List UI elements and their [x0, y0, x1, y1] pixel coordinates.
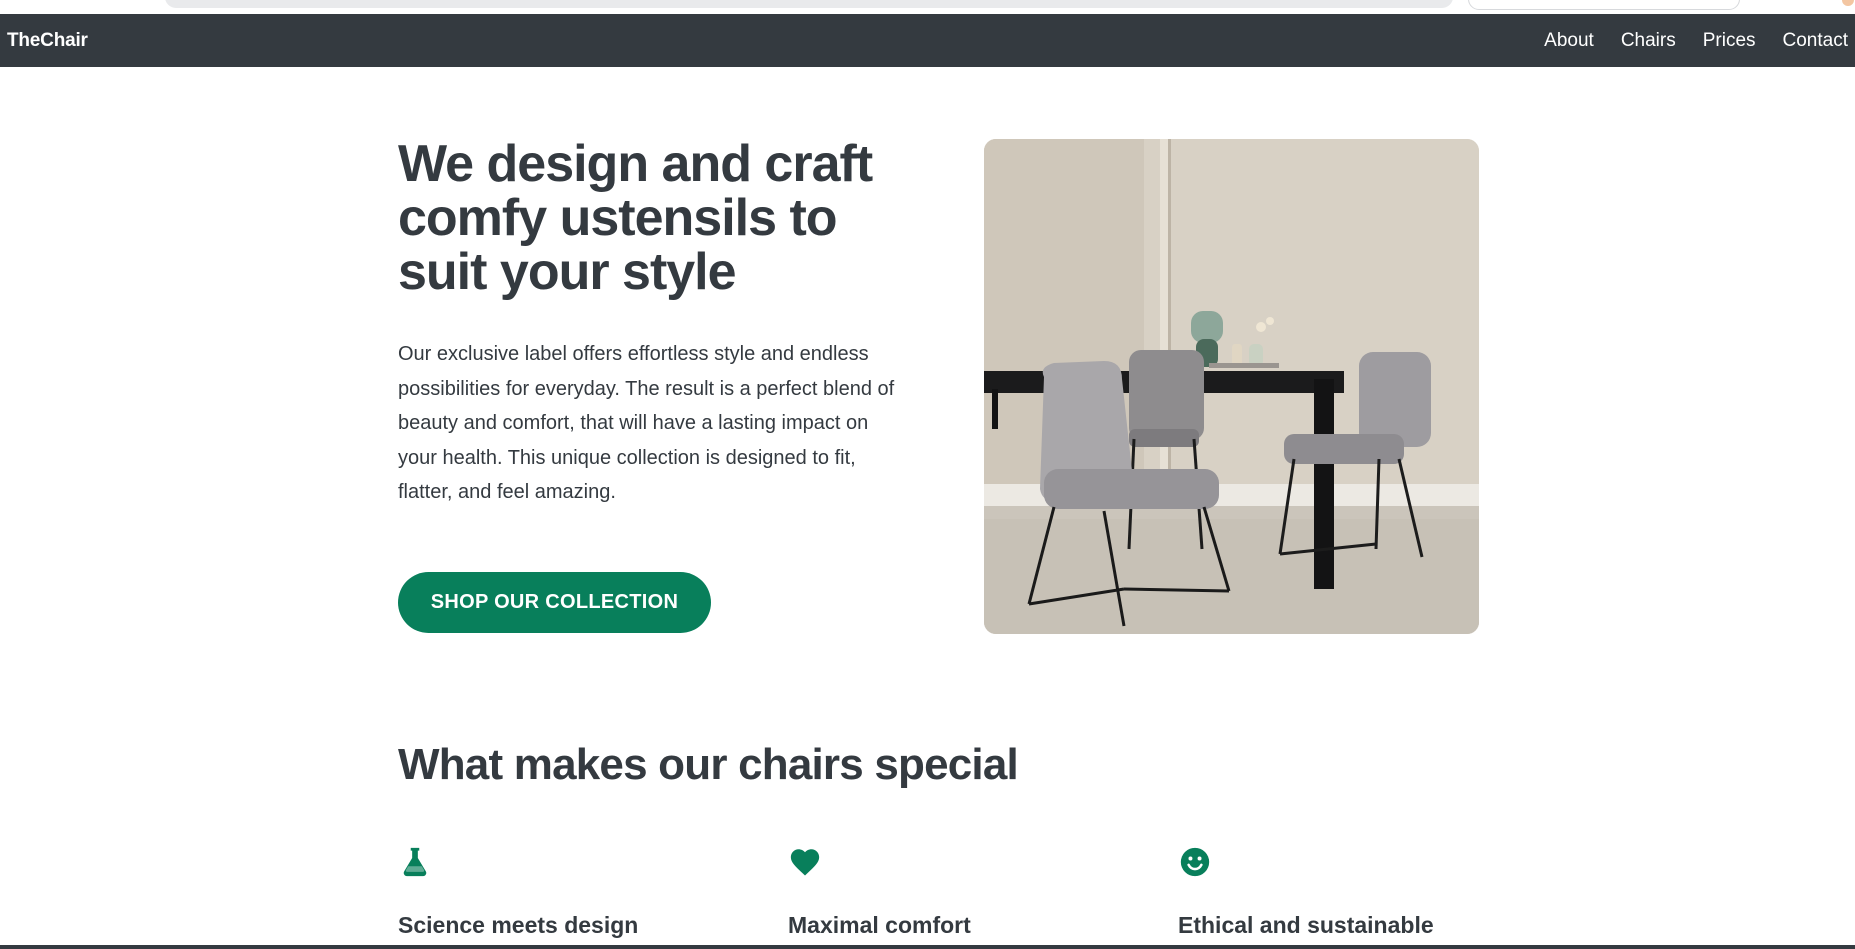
bottom-edge: [0, 945, 1855, 949]
nav-link-prices[interactable]: Prices: [1703, 30, 1756, 51]
main-nav: About Chairs Prices Contact: [1544, 14, 1848, 67]
shop-collection-button[interactable]: SHOP OUR COLLECTION: [398, 572, 711, 633]
nav-link-about[interactable]: About: [1544, 30, 1594, 51]
browser-chrome-strip: [0, 0, 1855, 14]
flask-icon: [403, 847, 427, 877]
feature-comfort: Maximal comfort: [788, 845, 1138, 938]
hero-title: We design and craft comfy ustensils to s…: [398, 135, 873, 301]
features-section-title: What makes our chairs special: [398, 740, 1019, 789]
smile-icon: [1180, 847, 1210, 877]
feature-science: Science meets design: [398, 845, 748, 938]
top-navbar: TheChair About Chairs Prices Contact: [0, 14, 1855, 67]
address-bar[interactable]: [165, 0, 1453, 8]
profile-avatar[interactable]: [1842, 0, 1854, 6]
feature-ethical: Ethical and sustainable: [1178, 845, 1528, 938]
feature-title-science: Science meets design: [398, 912, 639, 938]
nav-link-contact[interactable]: Contact: [1783, 30, 1848, 51]
nav-link-chairs[interactable]: Chairs: [1621, 30, 1676, 51]
feature-title-ethical: Ethical and sustainable: [1178, 912, 1434, 938]
brand-logo[interactable]: TheChair: [7, 14, 88, 67]
dining-room-illustration: [984, 139, 1479, 634]
feature-title-comfort: Maximal comfort: [788, 912, 971, 938]
browser-toolbar-pill[interactable]: [1468, 0, 1740, 10]
hero-image: [984, 139, 1479, 634]
heart-icon: [790, 849, 820, 876]
hero-description: Our exclusive label offers effortless st…: [398, 343, 895, 503]
